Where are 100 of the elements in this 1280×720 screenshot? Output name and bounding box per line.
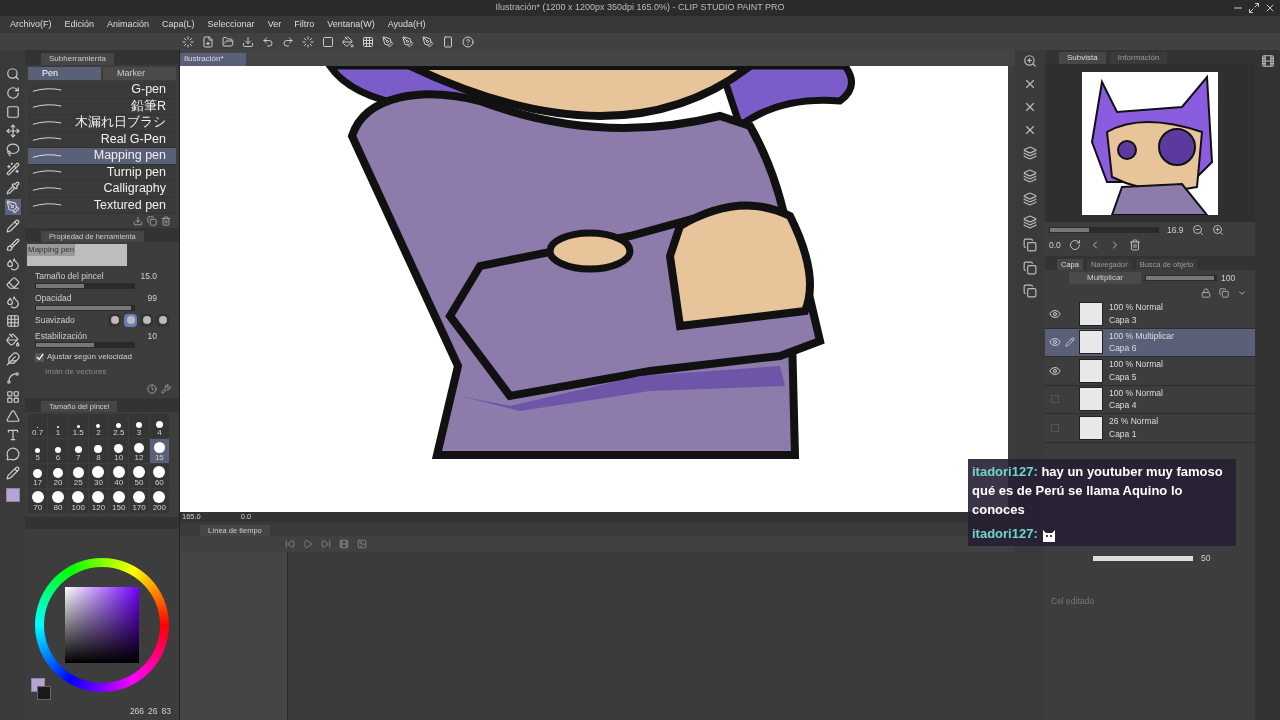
triangle-icon[interactable] [5,409,20,423]
import-icon[interactable] [133,216,143,226]
pipette-icon[interactable] [5,181,20,195]
pen-icon[interactable] [5,200,20,214]
brush-size-cell[interactable]: 25 [68,464,88,489]
brush-size-cell[interactable]: 0.7 [28,414,48,439]
lasso-icon[interactable] [5,143,20,157]
menu-item[interactable]: Seleccionar [207,17,255,32]
brush-size-cell[interactable]: 1.5 [68,414,88,439]
menu-item[interactable]: Filtro [294,17,315,32]
smoothing-option[interactable] [156,313,169,327]
rotate-icon[interactable] [5,86,20,100]
pencil-icon[interactable] [5,219,20,233]
menu-item[interactable]: Capa(L) [162,17,195,32]
eraser-icon[interactable] [5,276,20,290]
eye-icon[interactable] [1049,307,1061,320]
visibility-toggle[interactable] [1051,395,1059,404]
close-icon[interactable] [1264,2,1276,14]
brush-size-cell[interactable]: 100 [68,489,88,514]
feather-icon[interactable] [5,352,20,366]
slider-track[interactable] [35,282,135,289]
smoothing-option[interactable] [140,313,153,327]
panel-icon[interactable] [1023,238,1037,252]
brush-size-cell[interactable]: 3 [129,414,149,439]
menu-item[interactable]: Edición [64,17,95,32]
eye-icon[interactable] [1049,336,1061,349]
smoothing-option[interactable] [124,313,137,327]
panel-icon[interactable] [1023,146,1037,160]
brush-size-cell[interactable]: 30 [88,464,109,489]
opacity-track[interactable] [1093,556,1193,561]
layer-row[interactable]: 100 % Normal Capa 5 [1045,357,1255,386]
redo-icon[interactable] [282,35,294,48]
brush-size-cell[interactable]: 170 [129,489,149,514]
trash-icon[interactable] [161,216,171,226]
wrench-icon[interactable] [161,384,171,395]
subtool-tab[interactable]: Marker [103,67,176,80]
panel-icon[interactable] [1023,192,1037,206]
bucket-icon[interactable] [5,333,20,347]
panel-icon[interactable] [1023,215,1037,229]
clapper-icon[interactable] [1260,54,1275,68]
fill-icon[interactable] [342,35,354,48]
brush-size-cell[interactable]: 6 [48,439,68,464]
layer-row[interactable]: 100 % Normal Capa 4 [1045,385,1255,414]
brush-size-cell[interactable]: 60 [149,464,169,489]
lock-icon[interactable] [1201,288,1211,298]
move-icon[interactable] [5,124,20,138]
new-file-icon[interactable] [202,35,214,48]
clock-icon[interactable] [147,384,157,395]
zoom-in-icon[interactable] [1211,224,1224,236]
brush-size-cell[interactable]: 2.5 [109,414,129,439]
menu-item[interactable]: Archivo(F) [10,17,52,32]
wand-icon[interactable] [5,162,20,176]
undo-icon[interactable] [262,35,274,48]
visibility-toggle[interactable] [1051,423,1059,432]
panel-icon[interactable] [1023,77,1037,91]
layer-row[interactable]: 100 % Normal Capa 3 [1045,300,1255,329]
checkbox[interactable] [35,352,44,362]
sub-color-swatch[interactable] [37,686,51,700]
grid-icon[interactable] [5,314,20,328]
panel-icon[interactable] [1023,261,1037,275]
panel-icon[interactable] [1023,169,1037,183]
main-color-swatch[interactable] [5,488,20,502]
brush-size-cell[interactable]: 4 [149,414,169,439]
film-icon[interactable] [339,539,349,549]
search-icon[interactable] [5,67,20,81]
help-icon[interactable] [462,35,474,48]
text-icon[interactable] [5,428,20,442]
brush-size-cell[interactable]: 10 [109,439,129,464]
rotate-icon[interactable] [1068,239,1081,251]
balloon-icon[interactable] [5,447,20,461]
copy-icon[interactable] [1219,288,1229,298]
caret-icon[interactable] [1237,288,1247,298]
brush-size-cell[interactable]: 7 [68,439,88,464]
panel-tab[interactable]: Subvista [1059,52,1106,64]
layer-row[interactable]: 100 % Multiplicar Capa 6 [1045,328,1255,357]
pencil-icon[interactable] [5,466,20,480]
menu-item[interactable]: Ver [267,17,282,32]
phone-icon[interactable] [442,35,454,48]
brush-size-cell[interactable]: 70 [28,489,48,514]
menu-item[interactable]: Ventana(W) [327,17,375,32]
panel-icon[interactable] [1023,54,1037,68]
zoom-out-icon[interactable] [1191,224,1204,236]
brush-size-cell[interactable]: 50 [129,464,149,489]
brush-size-cell[interactable]: 17 [28,464,48,489]
menu-item[interactable]: Ayuda(H) [387,17,426,32]
brush-item[interactable]: Mapping pen [28,148,176,165]
layout-icon[interactable] [5,390,20,404]
drops-icon[interactable] [5,295,20,309]
brush-size-cell[interactable]: 120 [88,489,109,514]
brush-size-cell[interactable]: 200 [149,489,169,514]
brush-size-cell[interactable]: 15 [149,439,169,464]
save-icon[interactable] [242,35,254,48]
brush-size-cell[interactable]: 150 [109,489,129,514]
brush-size-cell[interactable]: 2 [88,414,109,439]
color-square[interactable] [65,586,139,663]
maximize-icon[interactable] [1248,2,1260,14]
panel-tab[interactable]: Subherramienta [41,53,114,65]
brush-size-cell[interactable]: 20 [48,464,68,489]
brush-size-cell[interactable]: 5 [28,439,48,464]
frame-icon[interactable] [5,105,20,119]
